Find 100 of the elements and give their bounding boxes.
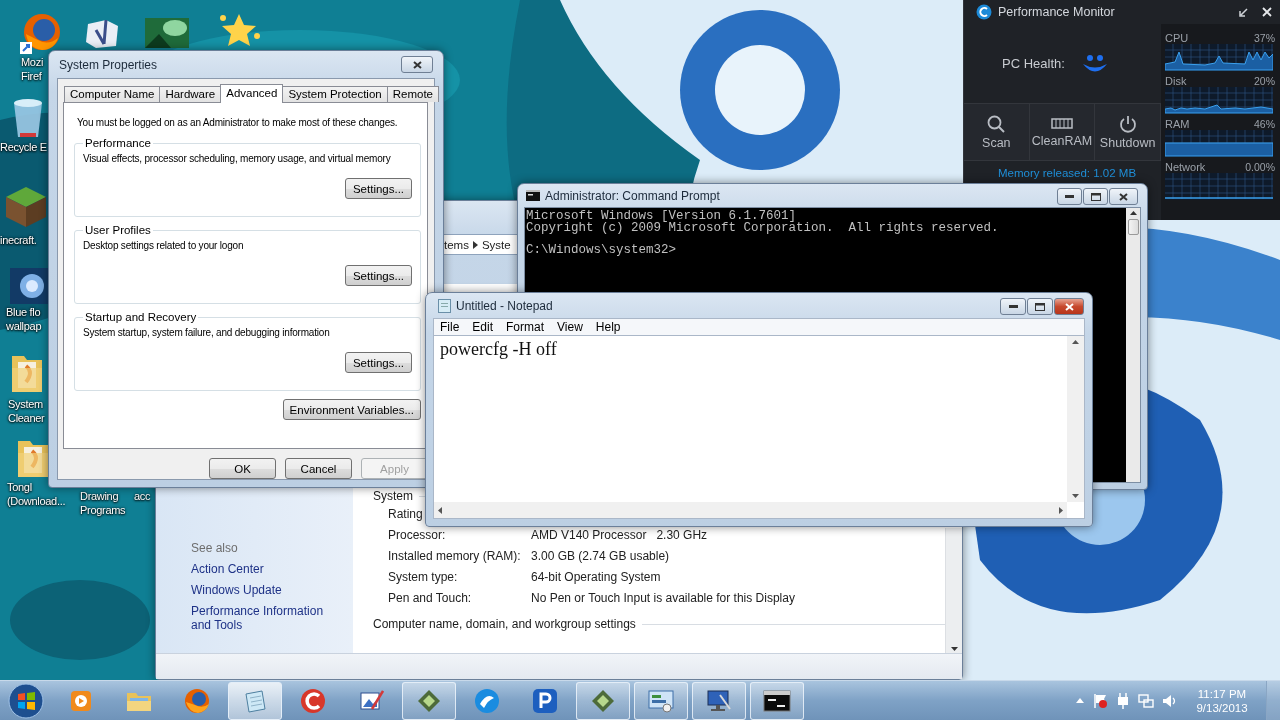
dialog-button[interactable]: OK [209, 458, 276, 479]
scrollbar[interactable] [434, 502, 1067, 518]
menu-item[interactable]: Help [589, 319, 627, 335]
desktop-icon-label[interactable]: Recycle E [0, 140, 47, 154]
taskbar-button[interactable] [692, 681, 746, 720]
minimize-icon [1008, 304, 1018, 309]
widget-title: Performance Monitor [998, 5, 1116, 19]
settings-button[interactable]: Settings... [345, 352, 412, 373]
group-title: Performance [84, 137, 152, 149]
desktop-icon-label[interactable]: Drawing Programs [80, 489, 126, 517]
console-line: Microsoft Windows [Version 6.1.7601] [526, 211, 797, 223]
landscape-icon[interactable] [145, 18, 189, 48]
power-plug-icon[interactable] [1116, 692, 1130, 709]
menu-item[interactable]: View [551, 319, 589, 335]
taskbar-button[interactable] [750, 681, 804, 720]
meter-name: CPU [1165, 32, 1189, 44]
scrollbar[interactable] [1126, 208, 1140, 482]
power-icon [1118, 114, 1137, 133]
group-title: User Profiles [84, 224, 152, 236]
typed-text: powercfg -H off [440, 339, 557, 359]
tool-button[interactable]: CleanRAM [1029, 104, 1096, 160]
windows-logo-icon [8, 682, 44, 719]
tool-button[interactable]: Scan [964, 104, 1030, 160]
spec-value: 64-bit Operating System [531, 569, 661, 584]
settings-button[interactable]: Settings... [345, 178, 412, 199]
desktop-icon-label[interactable]: Tongl (Download... [7, 480, 66, 508]
minimize-button[interactable] [1057, 188, 1082, 205]
meter-name: Disk [1165, 75, 1187, 87]
status-message: Memory released: 1.02 MB [998, 167, 1138, 179]
chevron-icon [472, 240, 478, 249]
clock-time: 11:17 PM [1197, 686, 1247, 701]
maximize-button[interactable] [1083, 188, 1108, 205]
close-icon[interactable] [1262, 7, 1272, 17]
spec-value: 3.00 GB (2.74 GB usable) [531, 548, 670, 563]
flower-icon[interactable] [10, 268, 50, 304]
link[interactable]: Windows Update [191, 583, 346, 597]
close-button[interactable] [401, 56, 433, 73]
tab[interactable]: Hardware [159, 86, 222, 102]
meter-reading: 0.00% [1245, 161, 1275, 173]
show-hidden-icons-icon[interactable] [1076, 698, 1084, 703]
menu-item[interactable]: Format [500, 319, 551, 335]
breadcrumb-item[interactable]: Syste [481, 238, 511, 251]
flag-icon[interactable] [1092, 692, 1108, 709]
console-icon [526, 190, 540, 201]
globe-icon [474, 687, 500, 714]
tab[interactable]: Computer Name [64, 86, 161, 102]
tab[interactable]: Advanced [220, 84, 284, 103]
maximize-icon [1035, 302, 1045, 311]
star-icon[interactable] [217, 12, 261, 48]
memory-chip-icon [1051, 116, 1073, 131]
grass-block-icon[interactable] [4, 185, 48, 229]
maximize-button[interactable] [1027, 298, 1053, 315]
tool-button[interactable]: Shutdown [1095, 104, 1161, 160]
link[interactable]: Action Center [191, 562, 346, 576]
tab[interactable]: System Protection [282, 86, 388, 102]
health-label: PC Health: [1002, 56, 1065, 71]
meter-name: RAM [1165, 118, 1190, 130]
window-title: Untitled - Notepad [456, 298, 554, 313]
media-player-icon [69, 688, 93, 713]
notepad-icon [242, 687, 268, 714]
environment-variables-button[interactable]: Environment Variables... [282, 399, 421, 420]
desktop-icon-label[interactable]: Blue flo wallpap [6, 305, 42, 333]
dialog-button[interactable]: Cancel [285, 458, 352, 479]
desktop-icon-label[interactable]: inecraft. [0, 233, 37, 247]
spec-label: Pen and Touch: [388, 590, 472, 605]
search-icon [987, 114, 1006, 133]
speaker-icon[interactable] [1162, 692, 1178, 709]
control-panel-icon [647, 688, 675, 713]
desktop-icon-label[interactable]: Mozi Firef [21, 55, 44, 83]
menu-item[interactable]: File [434, 319, 466, 335]
desktop-icon-label[interactable]: System Cleaner [8, 397, 45, 425]
scrollbar[interactable] [1067, 336, 1084, 502]
scroll-down-icon [950, 647, 958, 651]
network-icon[interactable] [1138, 692, 1154, 709]
scroll-thumb[interactable] [1127, 219, 1139, 235]
group-description: System startup, system failure, and debugging information [83, 326, 330, 339]
scrollbar[interactable] [945, 528, 962, 653]
group-description: Visual effects, processor scheduling, memory usage, and virtual memory [83, 152, 391, 165]
close-icon [1064, 302, 1074, 311]
meter-name: Network [1165, 161, 1206, 173]
spec-label: Processor: [388, 527, 446, 542]
spec-label: System type: [388, 569, 458, 584]
desktop-icon-label[interactable]: acc [134, 489, 151, 503]
link[interactable]: Performance Information and Tools [191, 604, 346, 632]
close-button[interactable] [1109, 188, 1138, 205]
settings-button[interactable]: Settings... [345, 265, 412, 286]
meter-reading: 37% [1254, 32, 1275, 44]
maximize-icon [1090, 192, 1101, 201]
console-line: Copyright (c) 2009 Microsoft Corporation. All rights reserved. [526, 222, 1000, 234]
group-title: Startup and Recovery [84, 311, 198, 323]
tab[interactable]: Remote [386, 86, 439, 102]
breadcrumb-item[interactable]: tems [444, 238, 469, 251]
menu-item[interactable]: Edit [466, 319, 500, 335]
meter-reading: 20% [1254, 75, 1275, 87]
spec-value: No Pen or Touch Input is available for this Display [531, 590, 795, 605]
game-icon [590, 687, 616, 714]
browser-icon[interactable] [18, 12, 62, 56]
minimize-button[interactable] [1000, 298, 1026, 315]
collapse-icon[interactable] [1239, 7, 1248, 17]
close-button[interactable] [1054, 298, 1084, 315]
